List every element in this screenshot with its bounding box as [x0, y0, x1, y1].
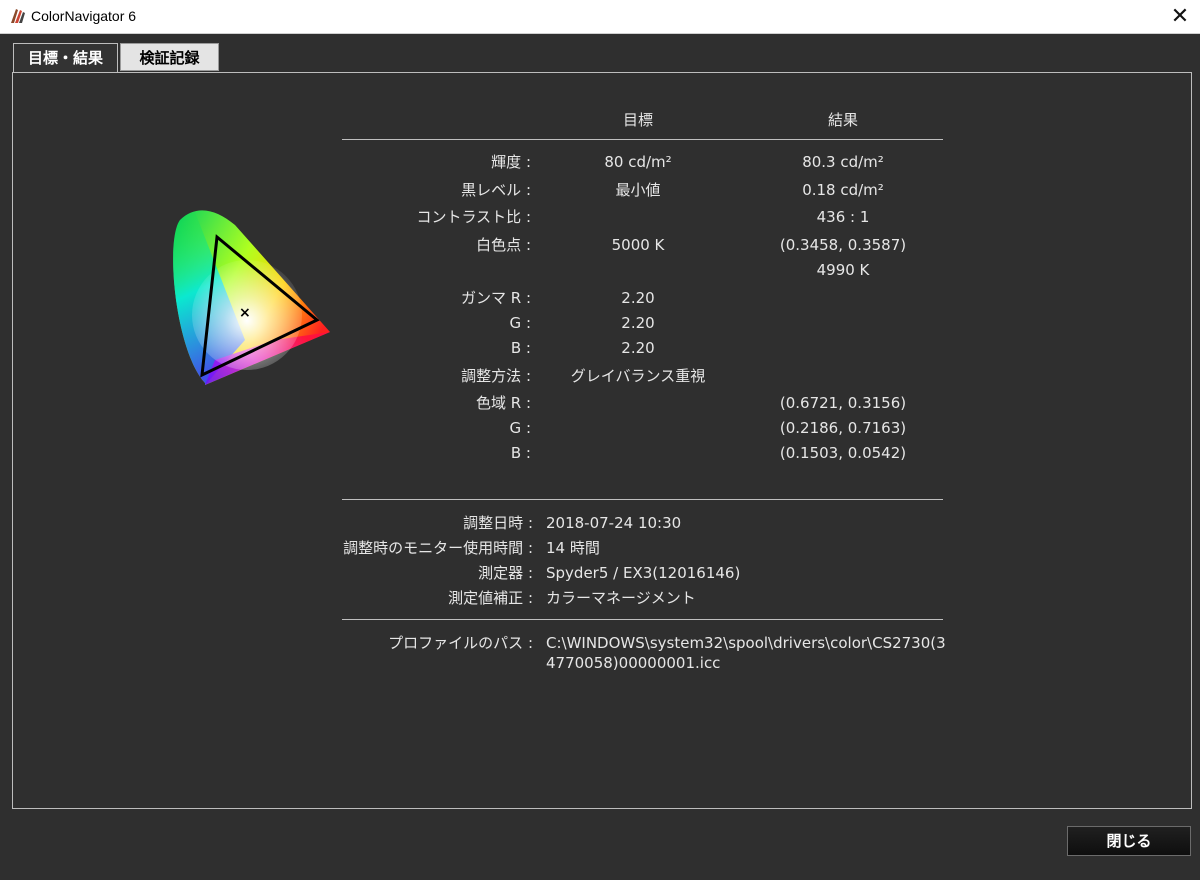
row-label: 黒レベル :: [461, 181, 531, 199]
row-label: 白色点 :: [476, 236, 531, 254]
row-label: ガンマ R :: [460, 289, 531, 307]
table-row: B : 2.20: [342, 336, 943, 360]
table-row: コントラスト比 : 436 : 1: [342, 205, 943, 229]
info-label: 測定器 :: [478, 564, 533, 582]
table-row: G : (0.2186, 0.7163): [342, 416, 943, 440]
gamut-diagram: ×: [173, 210, 330, 385]
table-row: 色域 R : (0.6721, 0.3156): [342, 391, 943, 415]
row-target: 2.20: [621, 339, 655, 357]
divider: [342, 619, 943, 620]
info-label: 調整時のモニター使用時間 :: [343, 539, 533, 557]
row-target: 2.20: [621, 289, 655, 307]
divider: [342, 499, 943, 500]
row-result: (0.3458, 0.3587): [779, 236, 907, 254]
table-row: G : 2.20: [342, 311, 943, 335]
row-target: グレイバランス重視: [570, 367, 706, 385]
divider: [342, 139, 943, 140]
row-label: 輝度 :: [491, 153, 531, 171]
info-value: 14 時間: [546, 539, 600, 557]
row-result: 0.18 cd/m²: [802, 181, 884, 199]
row-result: (0.2186, 0.7163): [779, 419, 907, 437]
title-bar: ColorNavigator 6 ✕: [0, 0, 1200, 34]
table-row: ガンマ R : 2.20: [342, 286, 943, 310]
info-value: カラーマネージメント: [546, 589, 696, 607]
row-label: G :: [509, 314, 531, 332]
info-row: 調整日時 : 2018-07-24 10:30: [342, 511, 943, 535]
row-target: 2.20: [621, 314, 655, 332]
column-header-result: 結果: [827, 111, 858, 129]
row-label: B :: [510, 444, 531, 462]
row-label: B :: [510, 339, 531, 357]
colornavigator-app-icon: [11, 9, 25, 23]
table-row: B : (0.1503, 0.0542): [342, 441, 943, 465]
close-button[interactable]: 閉じる: [1067, 826, 1191, 856]
tab-target-result[interactable]: 目標・結果: [13, 43, 118, 73]
info-row: 測定値補正 : カラーマネージメント: [342, 586, 943, 610]
row-target: 80 cd/m²: [604, 153, 672, 171]
row-target: 最小値: [615, 181, 661, 199]
row-result: 436 : 1: [816, 208, 870, 226]
info-value: 2018-07-24 10:30: [546, 514, 682, 532]
tab-verification-log[interactable]: 検証記録: [120, 43, 219, 71]
row-result: (0.1503, 0.0542): [779, 444, 907, 462]
row-result: (0.6721, 0.3156): [779, 394, 907, 412]
row-label: コントラスト比 :: [416, 208, 531, 226]
info-label: 測定値補正 :: [448, 589, 533, 607]
row-target: 5000 K: [611, 236, 665, 254]
row-label: 調整方法 :: [461, 367, 531, 385]
table-row: 輝度 : 80 cd/m² 80.3 cd/m²: [342, 150, 943, 174]
profile-path-label: プロファイルのパス :: [388, 634, 533, 652]
table-row: 白色点 : 5000 K (0.3458, 0.3587): [342, 233, 943, 257]
profile-path-value: C:\WINDOWS\system32\spool\drivers\color\…: [546, 634, 946, 672]
row-label: G :: [509, 419, 531, 437]
info-row: 調整時のモニター使用時間 : 14 時間: [342, 536, 943, 560]
info-label: 調整日時 :: [463, 514, 533, 532]
info-value: Spyder5 / EX3(12016146): [546, 564, 741, 582]
table-row: 調整方法 : グレイバランス重視: [342, 364, 943, 388]
table-row: 4990 K: [342, 258, 943, 282]
window-close-icon[interactable]: ✕: [1160, 0, 1200, 33]
table-row: 黒レベル : 最小値 0.18 cd/m²: [342, 178, 943, 202]
row-label: 色域 R :: [475, 394, 531, 412]
column-header-target: 目標: [622, 111, 653, 129]
white-point-marker: ×: [239, 305, 251, 321]
window-title: ColorNavigator 6: [31, 8, 137, 24]
info-row: 測定器 : Spyder5 / EX3(12016146): [342, 561, 943, 585]
row-result: 4990 K: [816, 261, 870, 279]
row-result: 80.3 cd/m²: [802, 153, 884, 171]
